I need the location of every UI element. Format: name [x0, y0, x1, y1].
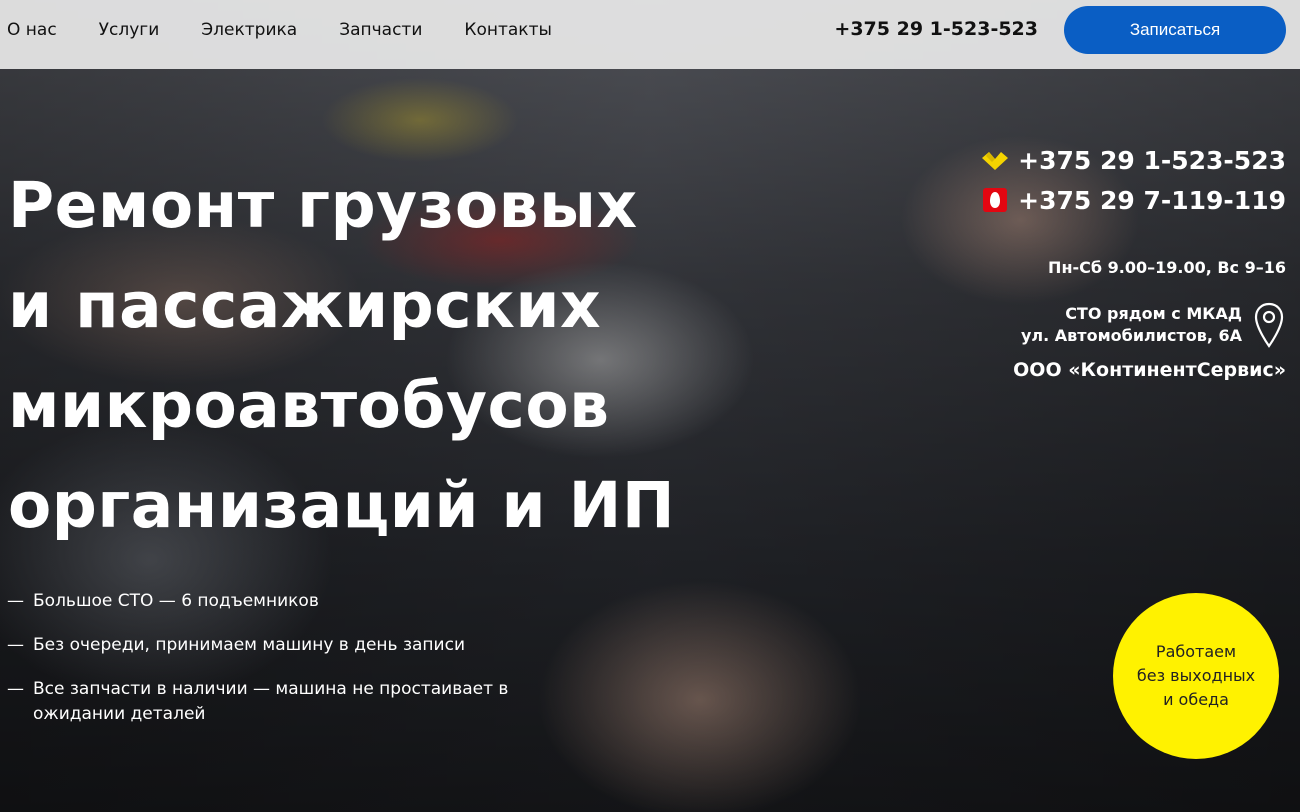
- phone-row-mts: +375 29 7-119-119: [866, 180, 1286, 220]
- working-hours: Пн-Сб 9.00–19.00, Вс 9–16: [1048, 258, 1286, 277]
- feature-text: Большое СТО — 6 подъемников: [33, 591, 319, 611]
- badge-text: Работаем без выходных и обеда: [1137, 640, 1255, 712]
- address-row: СТО рядом с МКАД ул. Автомобилистов, 6А: [866, 301, 1286, 349]
- badge-line: без выходных: [1136, 666, 1256, 685]
- features-list: — Большое СТО — 6 подъемников — Без очер…: [7, 589, 607, 746]
- hero-title-line: и пассажирских: [8, 269, 602, 342]
- no-days-off-badge: Работаем без выходных и обеда: [1113, 593, 1279, 759]
- contacts-block: +375 29 1-523-523 +375 29 7-119-119 Пн-С…: [866, 140, 1286, 381]
- feature-text: Без очереди, принимаем машину в день зап…: [33, 635, 465, 655]
- phone-link-velcom[interactable]: +375 29 1-523-523: [1018, 146, 1286, 175]
- nav-item-electrics[interactable]: Электрика: [201, 20, 297, 40]
- velcom-icon: [980, 145, 1010, 175]
- badge-line: и обеда: [1163, 690, 1229, 709]
- feature-dash: —: [7, 635, 24, 655]
- header-phone-link[interactable]: +375 29 1-523-523: [834, 18, 1038, 40]
- address: СТО рядом с МКАД ул. Автомобилистов, 6А: [1021, 303, 1242, 347]
- feature-dash: —: [7, 591, 24, 611]
- feature-item: — Все запчасти в наличии — машина не про…: [7, 677, 607, 727]
- phone-row-velcom: +375 29 1-523-523: [866, 140, 1286, 180]
- address-line: ул. Автомобилистов, 6А: [1021, 326, 1242, 345]
- book-appointment-button[interactable]: Записаться: [1064, 6, 1286, 54]
- nav-item-contacts[interactable]: Контакты: [464, 20, 552, 40]
- map-pin-icon[interactable]: [1252, 301, 1286, 349]
- main-nav: О нас Услуги Электрика Запчасти Контакты: [0, 0, 594, 60]
- nav-item-services[interactable]: Услуги: [99, 20, 160, 40]
- nav-item-about[interactable]: О нас: [7, 20, 57, 40]
- nav-item-parts[interactable]: Запчасти: [339, 20, 422, 40]
- hero-title-line: микроавтобусов: [8, 369, 610, 442]
- feature-dash: —: [7, 679, 24, 699]
- hero-title: Ремонт грузовых и пассажирских микроавто…: [8, 156, 828, 556]
- top-navigation-bar: О нас Услуги Электрика Запчасти Контакты…: [0, 0, 1300, 69]
- feature-text: Все запчасти в наличии — машина не прост…: [33, 679, 509, 724]
- feature-item: — Без очереди, принимаем машину в день з…: [7, 633, 607, 658]
- badge-line: Работаем: [1155, 642, 1237, 661]
- company-name: ООО «КонтинентСервис»: [1013, 359, 1286, 381]
- page: О нас Услуги Электрика Запчасти Контакты…: [0, 0, 1300, 812]
- hero-title-line: Ремонт грузовых: [8, 169, 638, 242]
- mts-icon: [980, 185, 1010, 215]
- phone-link-mts[interactable]: +375 29 7-119-119: [1018, 186, 1286, 215]
- hero-title-line: организаций и ИП: [8, 469, 676, 542]
- address-line: СТО рядом с МКАД: [1065, 304, 1242, 323]
- feature-item: — Большое СТО — 6 подъемников: [7, 589, 607, 614]
